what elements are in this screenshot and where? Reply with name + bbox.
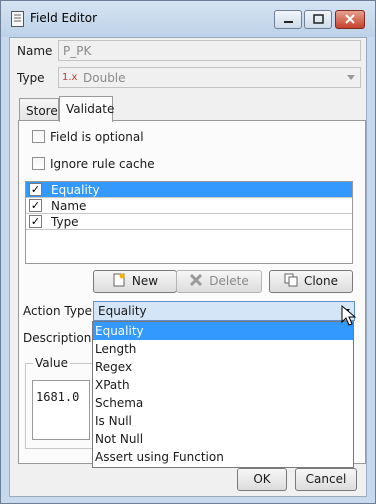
name-label: Name	[17, 44, 53, 58]
type-dropdown-arrow-icon	[347, 75, 355, 80]
tab-store[interactable]: Store	[19, 98, 59, 122]
close-button[interactable]	[335, 10, 365, 29]
field-editor-window: Field Editor Name P_PK Type Double 1.x S…	[0, 0, 376, 504]
maximize-icon	[313, 14, 324, 24]
dropdown-option[interactable]: Length	[93, 340, 353, 358]
delete-icon	[190, 273, 203, 287]
tab-validate[interactable]: Validate	[59, 96, 114, 122]
delete-button-label: Delete	[209, 274, 249, 288]
type-select[interactable]: Double	[58, 67, 361, 88]
name-field[interactable]: P_PK	[58, 40, 361, 61]
action-type-dropdown: Equality Length Regex XPath Schema Is Nu…	[92, 321, 354, 468]
rule-label: Equality	[51, 183, 100, 197]
dropdown-option[interactable]: Schema	[93, 394, 353, 412]
ok-button[interactable]: OK	[237, 468, 287, 491]
value-group-label: Value	[33, 356, 70, 370]
clone-icon	[284, 273, 298, 287]
checkmark-icon[interactable]: ✓	[29, 183, 42, 196]
dropdown-option[interactable]: Assert using Function	[93, 448, 353, 466]
close-icon	[345, 14, 355, 24]
value-field[interactable]: 1681.0	[32, 380, 90, 440]
description-label: Description	[23, 331, 92, 345]
field-optional-label: Field is optional	[50, 130, 144, 144]
ignore-cache-checkbox[interactable]	[32, 157, 45, 170]
minimize-icon	[284, 21, 293, 23]
delete-button[interactable]: Delete	[176, 270, 262, 293]
action-type-label: Action Type	[23, 304, 92, 318]
dropdown-option[interactable]: XPath	[93, 376, 353, 394]
numeric-type-icon: 1.x	[62, 72, 78, 83]
dropdown-option[interactable]: Is Null	[93, 412, 353, 430]
action-type-value: Equality	[98, 304, 147, 318]
new-button-label: New	[131, 274, 159, 288]
ignore-cache-label: Ignore rule cache	[50, 157, 155, 171]
type-value: Double	[83, 71, 126, 85]
mouse-pointer-icon	[341, 305, 357, 326]
maximize-button[interactable]	[304, 10, 332, 29]
list-item[interactable]: ✓ Type	[26, 214, 352, 230]
rule-label: Type	[51, 215, 79, 229]
svg-text:1.x: 1.x	[62, 72, 78, 83]
document-icon	[11, 11, 24, 27]
checkmark-icon[interactable]: ✓	[29, 199, 42, 212]
cancel-button[interactable]: Cancel	[295, 468, 357, 491]
new-button[interactable]: New	[93, 270, 177, 293]
window-title: Field Editor	[30, 11, 98, 25]
rules-list: ✓ Equality ✓ Name ✓ Type	[25, 181, 353, 264]
checkmark-icon[interactable]: ✓	[29, 215, 42, 228]
dropdown-option[interactable]: Equality	[93, 322, 353, 340]
dropdown-option[interactable]: Not Null	[93, 430, 353, 448]
dropdown-option[interactable]: Regex	[93, 358, 353, 376]
minimize-button[interactable]	[274, 10, 302, 29]
new-document-icon	[113, 273, 125, 287]
title-bar: Field Editor	[1, 1, 375, 37]
clone-button-label: Clone	[303, 274, 339, 288]
type-label: Type	[17, 71, 45, 85]
list-item[interactable]: ✓ Name	[26, 198, 352, 214]
field-optional-checkbox[interactable]	[32, 130, 45, 143]
action-type-select[interactable]: Equality	[93, 301, 355, 321]
list-item[interactable]: ✓ Equality	[26, 182, 352, 198]
clone-button[interactable]: Clone	[269, 270, 353, 293]
rule-label: Name	[51, 199, 87, 213]
